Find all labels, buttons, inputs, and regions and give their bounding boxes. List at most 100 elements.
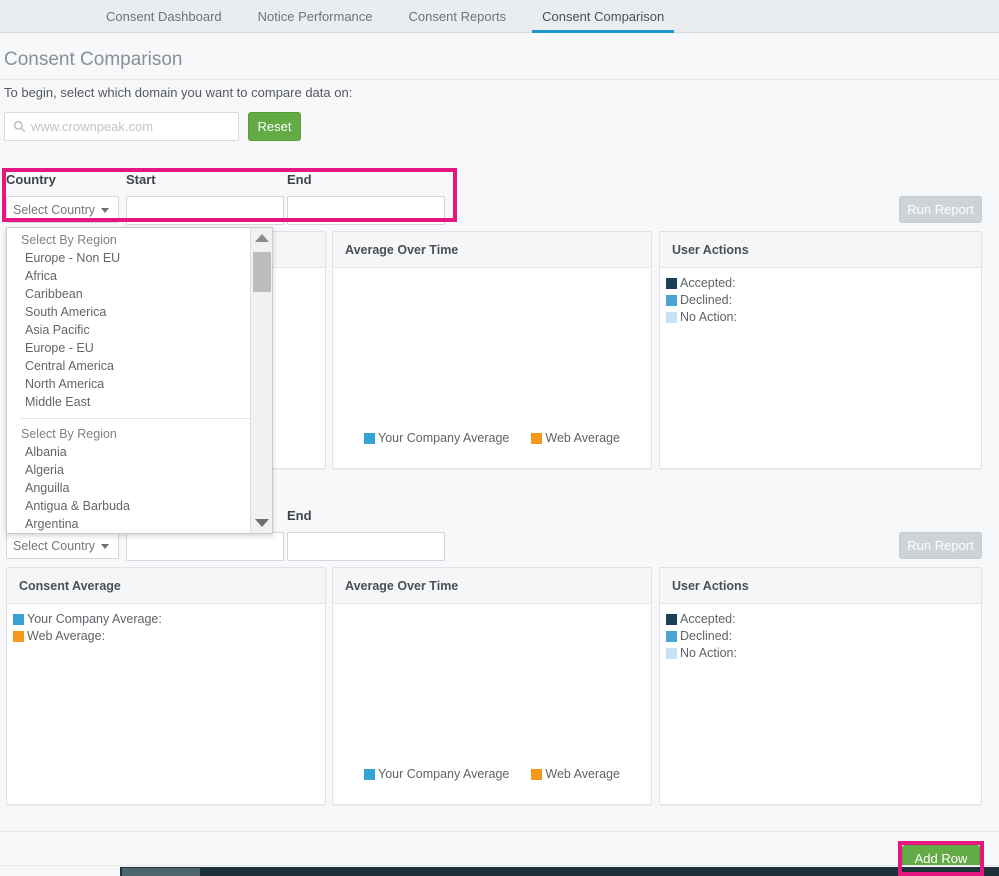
filter-fields-2: Select Country Run Report: [0, 532, 999, 562]
declined-swatch-icon: [666, 294, 677, 306]
search-icon: [13, 120, 26, 133]
legend-label: Web Average: [545, 431, 620, 445]
declined-label: Declined:: [680, 629, 733, 643]
tab-notice-performance[interactable]: Notice Performance: [240, 10, 391, 32]
tab-label: Consent Comparison: [542, 9, 665, 24]
consent-average-panel-2: Consent Average Your Company Average: We…: [6, 567, 326, 805]
company-average-swatch-icon: [364, 768, 376, 780]
tab-consent-comparison[interactable]: Consent Comparison: [524, 9, 682, 33]
filter-labels-1: Country Start End: [0, 172, 999, 194]
dropdown-divider: [21, 418, 252, 419]
chart-legend: Your Company Average Web Average: [333, 767, 651, 781]
country-select-2[interactable]: Select Country: [6, 532, 119, 559]
dropdown-item-country[interactable]: Anguilla: [7, 480, 252, 498]
start-date-input-2[interactable]: [126, 532, 284, 561]
dropdown-scrollbar[interactable]: [250, 228, 272, 533]
no-action-swatch-icon: [666, 311, 677, 323]
company-average-label: Your Company Average:: [27, 612, 162, 626]
legend-label: Your Company Average: [378, 431, 510, 445]
legend-label: Web Average: [545, 767, 620, 781]
legend-row: Accepted:: [666, 276, 981, 290]
horizontal-scrollbar-thumb[interactable]: [122, 868, 200, 876]
accepted-swatch-icon: [666, 277, 677, 289]
country-select-value: Select Country: [13, 202, 95, 217]
web-average-swatch-icon: [531, 768, 543, 780]
accepted-swatch-icon: [666, 613, 677, 625]
legend-item: Web Average: [531, 431, 620, 445]
dropdown-scrollbar-thumb[interactable]: [253, 252, 271, 292]
panel-title: Average Over Time: [333, 568, 651, 604]
chevron-down-icon: [101, 544, 109, 549]
legend-row: Declined:: [666, 293, 981, 307]
tab-consent-dashboard[interactable]: Consent Dashboard: [88, 10, 240, 32]
average-over-time-panel-2: Average Over Time Your Company Average W…: [332, 567, 652, 805]
start-date-label: Start: [126, 172, 156, 187]
scroll-up-arrow-icon[interactable]: [255, 234, 269, 242]
dropdown-item-region[interactable]: Caribbean: [7, 286, 252, 304]
end-date-label: End: [287, 508, 312, 523]
no-action-label: No Action:: [680, 310, 737, 324]
dropdown-item-country[interactable]: Argentina: [7, 516, 252, 533]
legend-row: Declined:: [666, 629, 981, 643]
panel-body: Your Company Average Web Average: [333, 268, 651, 467]
domain-search-input[interactable]: [31, 113, 231, 140]
tab-label: Consent Dashboard: [106, 9, 222, 24]
chevron-down-icon: [101, 208, 109, 213]
dropdown-item-country[interactable]: Albania: [7, 444, 252, 462]
dropdown-group-label-regions: Select By Region: [21, 233, 117, 247]
panel-title: Average Over Time: [333, 232, 651, 268]
page-intro-text: To begin, select which domain you want t…: [4, 85, 353, 100]
dropdown-item-country[interactable]: Algeria: [7, 462, 252, 480]
run-report-button-1[interactable]: Run Report: [899, 196, 982, 223]
main-tab-bar: Consent Dashboard Notice Performance Con…: [0, 0, 999, 33]
legend-row: No Action:: [666, 646, 981, 660]
country-select-1[interactable]: Select Country: [6, 196, 119, 223]
dropdown-item-region[interactable]: Central America: [7, 358, 252, 376]
dropdown-item-region[interactable]: Africa: [7, 268, 252, 286]
panel-body: Your Company Average: Web Average:: [7, 612, 325, 811]
legend-row: Web Average:: [13, 629, 325, 643]
legend-row: No Action:: [666, 310, 981, 324]
scroll-down-arrow-icon[interactable]: [255, 519, 269, 527]
panel-title: User Actions: [660, 568, 981, 604]
legend-item: Web Average: [531, 767, 620, 781]
web-average-swatch-icon: [531, 432, 543, 444]
chart-legend: Your Company Average Web Average: [333, 431, 651, 445]
run-report-button-2[interactable]: Run Report: [899, 532, 982, 559]
app-root: Consent Dashboard Notice Performance Con…: [0, 0, 999, 876]
tab-consent-reports[interactable]: Consent Reports: [391, 10, 525, 32]
header-divider: [0, 79, 999, 80]
dropdown-item-region[interactable]: North America: [7, 376, 252, 394]
tab-label: Consent Reports: [408, 9, 507, 24]
dropdown-item-region[interactable]: Europe - EU: [7, 340, 252, 358]
legend-row: Accepted:: [666, 612, 981, 626]
legend-item: Your Company Average: [364, 767, 509, 781]
domain-search-wrapper[interactable]: [4, 112, 239, 141]
start-date-input-1[interactable]: [126, 196, 284, 225]
filter-fields-1: Select Country Run Report: [0, 196, 999, 226]
dropdown-group-label-countries: Select By Region: [21, 427, 117, 441]
horizontal-scrollbar-track[interactable]: [120, 867, 999, 876]
user-actions-panel-2: User Actions Accepted: Declined: No Acti…: [659, 567, 982, 805]
dropdown-item-region[interactable]: Middle East: [7, 394, 252, 412]
company-average-swatch-icon: [13, 613, 24, 625]
tab-label: Notice Performance: [257, 9, 373, 24]
horizontal-scrollbar[interactable]: [0, 865, 999, 876]
legend-row: Your Company Average:: [13, 612, 325, 626]
accepted-label: Accepted:: [680, 612, 736, 626]
dropdown-item-country[interactable]: Antigua & Barbuda: [7, 498, 252, 516]
legend-item: Your Company Average: [364, 431, 509, 445]
web-average-label: Web Average:: [27, 629, 106, 643]
end-date-input-1[interactable]: [287, 196, 445, 225]
web-average-swatch-icon: [13, 630, 24, 642]
user-actions-panel-1: User Actions Accepted: Declined: No Acti…: [659, 231, 982, 469]
dropdown-item-region[interactable]: Asia Pacific: [7, 322, 252, 340]
declined-swatch-icon: [666, 630, 677, 642]
reset-button[interactable]: Reset: [248, 112, 301, 141]
country-dropdown-list: Select By Region Europe - Non EU Africa …: [7, 228, 252, 533]
country-dropdown-menu[interactable]: Select By Region Europe - Non EU Africa …: [6, 227, 273, 534]
dropdown-item-region[interactable]: Europe - Non EU: [7, 250, 252, 268]
end-date-input-2[interactable]: [287, 532, 445, 561]
accepted-label: Accepted:: [680, 276, 736, 290]
dropdown-item-region[interactable]: South America: [7, 304, 252, 322]
